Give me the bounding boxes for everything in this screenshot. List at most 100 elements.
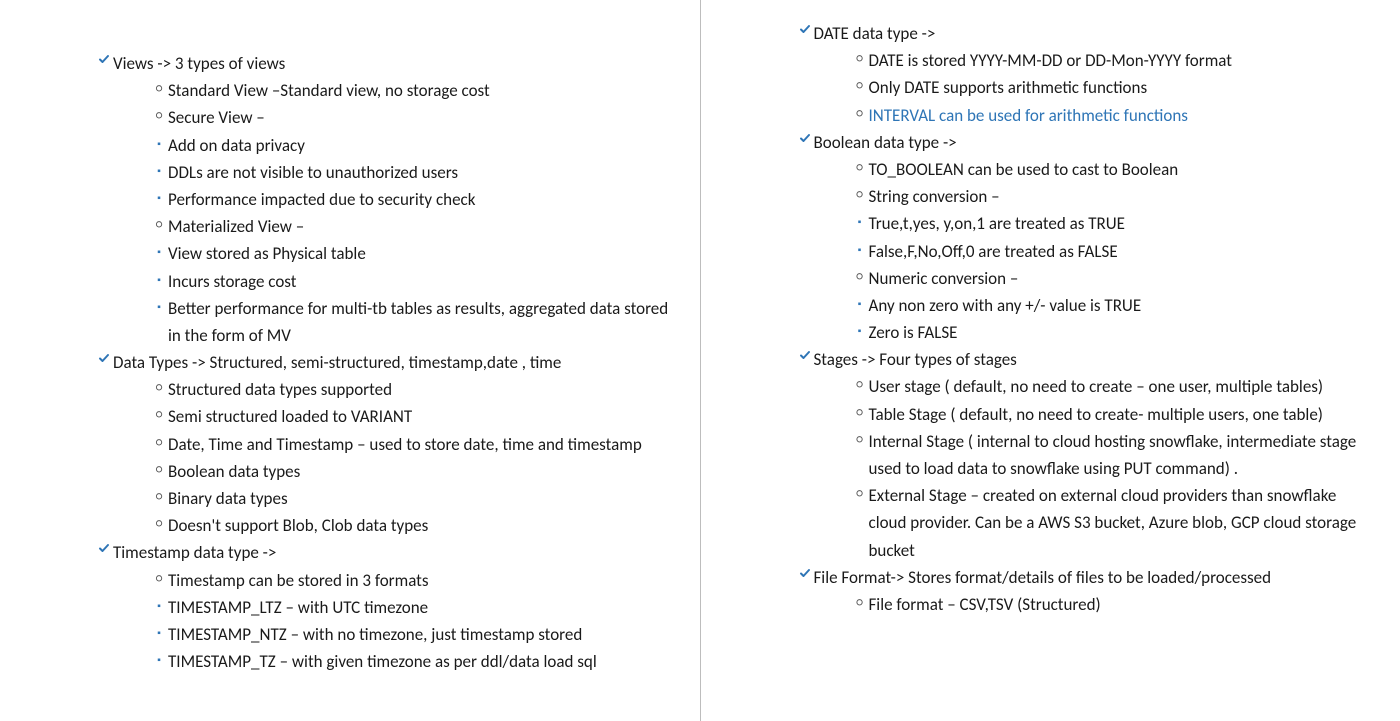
circle-bullet-icon: ○: [851, 183, 869, 201]
list-item: ○TO_BOOLEAN can be used to cast to Boole…: [851, 156, 1371, 183]
list-item-text: File format – CSV,TSV (Structured): [869, 591, 1371, 618]
circle-bullet-icon: ○: [851, 265, 869, 283]
circle-bullet-icon: ○: [150, 567, 168, 585]
check-icon: [95, 539, 113, 554]
list-item: Data Types -> Structured, semi-structure…: [95, 349, 670, 376]
list-item-text: Stages -> Four types of stages: [814, 346, 1371, 373]
list-item-text: Any non zero with any +/- value is TRUE: [869, 292, 1371, 319]
check-icon: [796, 129, 814, 144]
list-item-text: Table Stage ( default, no need to create…: [869, 401, 1371, 428]
list-item-text: User stage ( default, no need to create …: [869, 373, 1371, 400]
list-item: ○External Stage – created on external cl…: [851, 482, 1371, 564]
circle-bullet-icon: ○: [851, 401, 869, 419]
list-item-text: Materialized View –: [168, 213, 670, 240]
square-bullet-icon: ▪: [851, 292, 869, 309]
list-item-text: Zero is FALSE: [869, 319, 1371, 346]
square-bullet-icon: ▪: [851, 238, 869, 255]
square-bullet-icon: ▪: [150, 159, 168, 176]
list-item-text: File Format-> Stores format/details of f…: [814, 564, 1371, 591]
list-item-text: Binary data types: [168, 485, 670, 512]
list-item: ○Date, Time and Timestamp – used to stor…: [150, 431, 670, 458]
check-icon: [796, 564, 814, 579]
list-item: Stages -> Four types of stages: [796, 346, 1371, 373]
list-item: ○INTERVAL can be used for arithmetic fun…: [851, 102, 1371, 129]
list-item-text: Semi structured loaded to VARIANT: [168, 403, 670, 430]
list-item: ○Numeric conversion –: [851, 265, 1371, 292]
list-item-text: Secure View –: [168, 104, 670, 131]
circle-bullet-icon: ○: [851, 428, 869, 446]
list-item: ○User stage ( default, no need to create…: [851, 373, 1371, 400]
list-item: ▪Zero is FALSE: [851, 319, 1371, 346]
list-item-text: Standard View –Standard view, no storage…: [168, 77, 670, 104]
list-item: ○Doesn't support Blob, Clob data types: [150, 512, 670, 539]
list-item-text: Views -> 3 types of views: [113, 50, 670, 77]
list-item: ○Materialized View –: [150, 213, 670, 240]
list-item-text: View stored as Physical table: [168, 240, 670, 267]
circle-bullet-icon: ○: [150, 77, 168, 95]
square-bullet-icon: ▪: [851, 210, 869, 227]
square-bullet-icon: ▪: [150, 268, 168, 285]
list-item: ○Standard View –Standard view, no storag…: [150, 77, 670, 104]
list-item-text: Doesn't support Blob, Clob data types: [168, 512, 670, 539]
list-item-text: False,F,No,Off,0 are treated as FALSE: [869, 238, 1371, 265]
list-item-text: Timestamp can be stored in 3 formats: [168, 567, 670, 594]
circle-bullet-icon: ○: [851, 373, 869, 391]
list-item: ▪Better performance for multi-tb tables …: [150, 295, 670, 349]
circle-bullet-icon: ○: [851, 156, 869, 174]
list-item-text: String conversion –: [869, 183, 1371, 210]
list-item: ○Structured data types supported: [150, 376, 670, 403]
circle-bullet-icon: ○: [150, 213, 168, 231]
square-bullet-icon: ▪: [150, 648, 168, 665]
circle-bullet-icon: ○: [851, 74, 869, 92]
list-item-text: DATE is stored YYYY-MM-DD or DD-Mon-YYYY…: [869, 47, 1371, 74]
list-item-text: TO_BOOLEAN can be used to cast to Boolea…: [869, 156, 1371, 183]
list-item-text: Better performance for multi-tb tables a…: [168, 295, 670, 349]
list-item-text: TIMESTAMP_TZ – with given timezone as pe…: [168, 648, 670, 675]
list-item: ▪Performance impacted due to security ch…: [150, 186, 670, 213]
list-item: DATE data type ->: [796, 20, 1371, 47]
list-item-text: Date, Time and Timestamp – used to store…: [168, 431, 670, 458]
list-item: Timestamp data type ->: [95, 539, 670, 566]
list-item-text: TIMESTAMP_NTZ – with no timezone, just t…: [168, 621, 670, 648]
list-item: ▪TIMESTAMP_TZ – with given timezone as p…: [150, 648, 670, 675]
circle-bullet-icon: ○: [851, 47, 869, 65]
square-bullet-icon: ▪: [150, 621, 168, 638]
list-item-text: Data Types -> Structured, semi-structure…: [113, 349, 670, 376]
list-item: ▪Add on data privacy: [150, 132, 670, 159]
circle-bullet-icon: ○: [150, 485, 168, 503]
list-item-text: DATE data type ->: [814, 20, 1371, 47]
list-item-text: Timestamp data type ->: [113, 539, 670, 566]
square-bullet-icon: ▪: [150, 240, 168, 257]
check-icon: [796, 20, 814, 35]
check-icon: [95, 50, 113, 65]
list-item: ○Internal Stage ( internal to cloud host…: [851, 428, 1371, 482]
list-item: ▪TIMESTAMP_NTZ – with no timezone, just …: [150, 621, 670, 648]
list-item: ○DATE is stored YYYY-MM-DD or DD-Mon-YYY…: [851, 47, 1371, 74]
list-item: ○Only DATE supports arithmetic functions: [851, 74, 1371, 101]
list-item-text: Numeric conversion –: [869, 265, 1371, 292]
circle-bullet-icon: ○: [150, 512, 168, 530]
list-item-text: External Stage – created on external clo…: [869, 482, 1371, 564]
list-item: File Format-> Stores format/details of f…: [796, 564, 1371, 591]
list-item-text: True,t,yes, y,on,1 are treated as TRUE: [869, 210, 1371, 237]
list-item: ○Secure View –: [150, 104, 670, 131]
list-item: ▪DDLs are not visible to unauthorized us…: [150, 159, 670, 186]
square-bullet-icon: ▪: [150, 186, 168, 203]
list-item: ▪TIMESTAMP_LTZ – with UTC timezone: [150, 594, 670, 621]
circle-bullet-icon: ○: [150, 376, 168, 394]
list-item-text: Only DATE supports arithmetic functions: [869, 74, 1371, 101]
document-page: Views -> 3 types of views○Standard View …: [0, 0, 1400, 721]
circle-bullet-icon: ○: [851, 482, 869, 500]
right-column: DATE data type ->○DATE is stored YYYY-MM…: [701, 0, 1400, 721]
circle-bullet-icon: ○: [150, 104, 168, 122]
circle-bullet-icon: ○: [851, 591, 869, 609]
list-item: ○Boolean data types: [150, 458, 670, 485]
list-item-text: Incurs storage cost: [168, 268, 670, 295]
square-bullet-icon: ▪: [150, 132, 168, 149]
list-item: ▪True,t,yes, y,on,1 are treated as TRUE: [851, 210, 1371, 237]
square-bullet-icon: ▪: [150, 295, 168, 312]
list-item: ▪Incurs storage cost: [150, 268, 670, 295]
list-item-text: Performance impacted due to security che…: [168, 186, 670, 213]
list-item-text: Internal Stage ( internal to cloud hosti…: [869, 428, 1371, 482]
list-item: ▪False,F,No,Off,0 are treated as FALSE: [851, 238, 1371, 265]
